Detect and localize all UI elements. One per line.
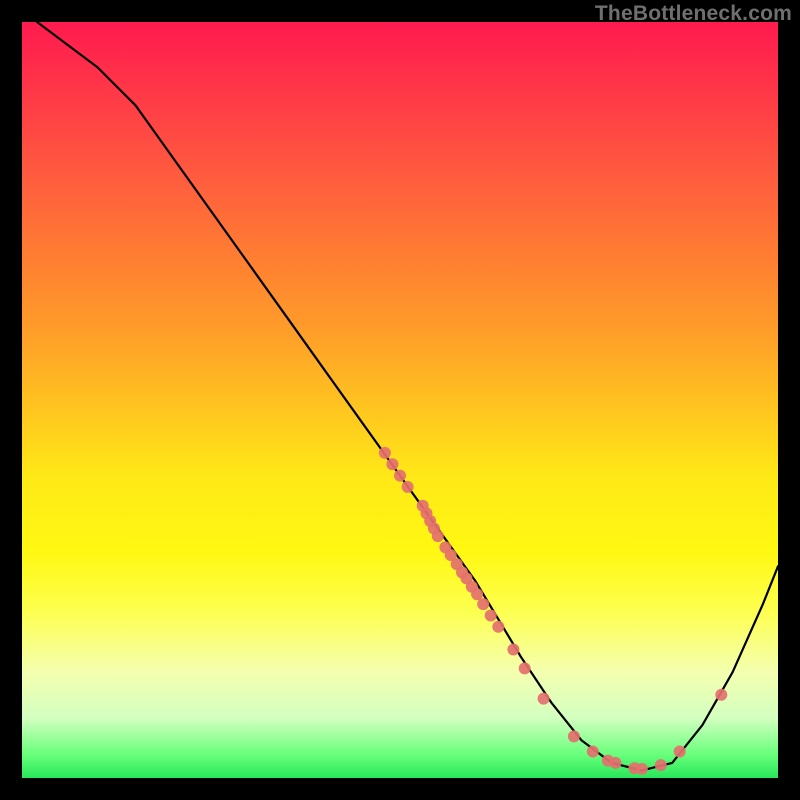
- watermark-text: TheBottleneck.com: [595, 2, 792, 26]
- bottleneck-curve: [37, 22, 778, 770]
- data-points: [379, 447, 727, 775]
- plot-area: [22, 22, 778, 778]
- chart-svg: [22, 22, 778, 778]
- chart-frame: TheBottleneck.com: [0, 0, 800, 800]
